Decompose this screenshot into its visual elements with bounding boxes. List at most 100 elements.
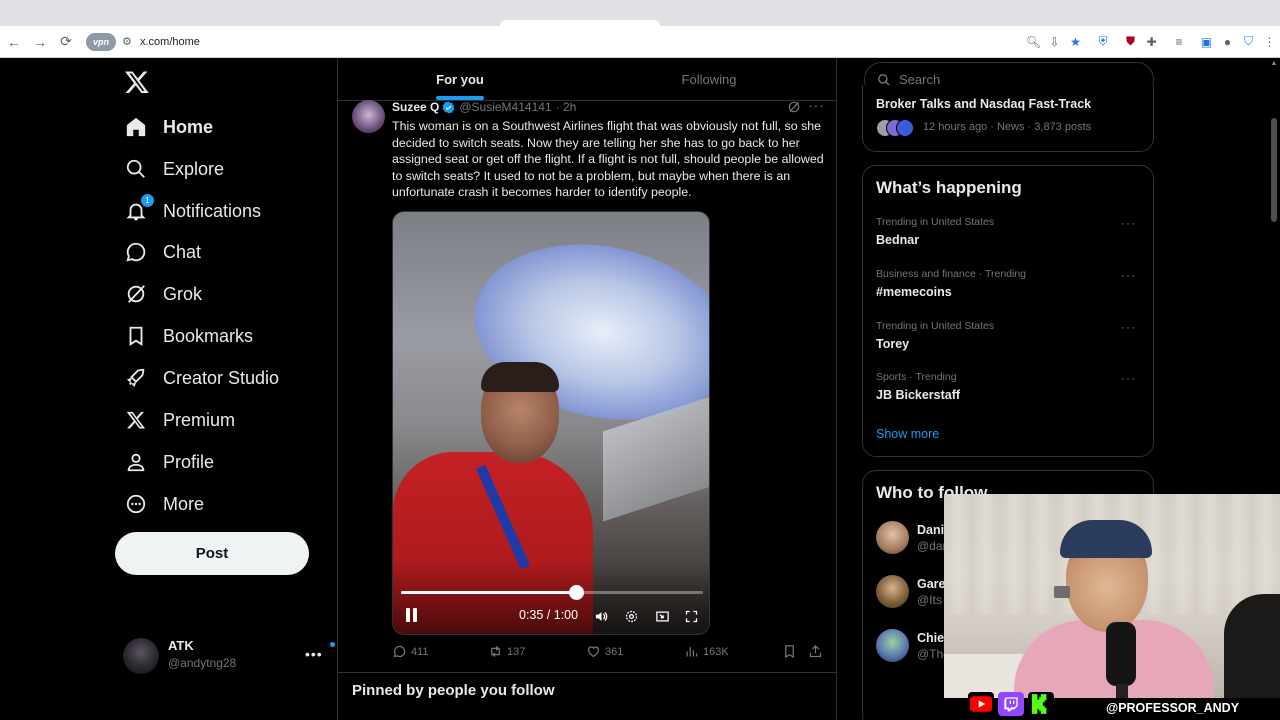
zoom-icon[interactable]: 🔍︎ [1023, 32, 1044, 52]
trend-more-icon[interactable]: ··· [1121, 320, 1136, 334]
scrollbar-thumb[interactable] [1271, 118, 1277, 222]
x-logo-icon[interactable] [124, 68, 150, 96]
nav-more-label: More [163, 493, 205, 514]
settings-gear-icon[interactable] [623, 608, 639, 624]
views-button[interactable]: 163K [684, 644, 729, 659]
shield-icon[interactable]: ⛨ [1086, 32, 1120, 52]
nav-bookmarks[interactable]: Bookmarks [124, 316, 334, 356]
pause-icon[interactable] [403, 608, 419, 624]
trend-more-icon[interactable]: ··· [1121, 371, 1136, 385]
background-chair [1224, 594, 1280, 698]
picture-in-picture-icon[interactable] [654, 608, 670, 624]
follow-name[interactable]: Dani [917, 523, 944, 537]
home-icon [124, 115, 148, 139]
ublock-icon[interactable]: ⛊ [1120, 32, 1141, 52]
news-title[interactable]: Broker Talks and Nasdaq Fast-Track [876, 97, 1091, 111]
video-player[interactable]: 0:35 / 1:00 [392, 211, 710, 635]
avatar[interactable] [876, 575, 909, 608]
verified-badge-icon [442, 101, 455, 114]
video-timecode: 0:35 / 1:00 [519, 608, 579, 622]
trend-more-icon[interactable]: ··· [1121, 216, 1136, 230]
trend-context: Sports · Trending [876, 371, 957, 383]
profile-icon[interactable]: ● [1217, 32, 1238, 52]
address-bar[interactable]: x.com/home [140, 36, 1023, 48]
nav-grok[interactable]: Grok [124, 274, 334, 314]
trend-item[interactable]: Trending in United States Bednar ··· [876, 216, 1144, 247]
bookmark-tweet-icon[interactable] [782, 644, 801, 659]
trend-item[interactable]: Business and finance · Trending #memecoi… [876, 268, 1144, 299]
security-icon[interactable]: ⛉ [1238, 32, 1259, 52]
nav-creator-studio[interactable]: Creator Studio [124, 358, 334, 398]
avatar[interactable] [876, 521, 909, 554]
tweet-avatar[interactable] [352, 100, 385, 133]
tab-following[interactable]: Following [582, 58, 836, 101]
timeline-tabs: For you Following [338, 58, 836, 101]
repost-icon [491, 646, 500, 657]
news-card[interactable]: Broker Talks and Nasdaq Fast-Track 12 ho… [862, 85, 1154, 152]
chat-icon [124, 240, 148, 264]
nav-home[interactable]: Home [124, 107, 334, 147]
post-button[interactable]: Post [115, 532, 309, 575]
grok-icon [124, 282, 148, 306]
bookmark-star-icon[interactable]: ★ [1065, 32, 1086, 52]
account-switcher[interactable]: ATK @andytng28 ••• [123, 636, 338, 676]
trend-item[interactable]: Sports · Trending JB Bickerstaff ··· [876, 371, 1144, 402]
microphone [1106, 622, 1136, 686]
puzzle-icon[interactable]: ✚ [1141, 32, 1162, 52]
reply-icon [393, 645, 406, 658]
video-scrubber[interactable] [401, 585, 703, 600]
install-icon[interactable]: ⇩ [1044, 32, 1065, 52]
kick-icon [1028, 692, 1054, 716]
tweet-author-name[interactable]: Suzee Q [392, 100, 439, 114]
share-icon[interactable] [808, 644, 827, 659]
vpn-badge[interactable]: vpn [86, 32, 116, 51]
nav-notifications[interactable]: 1 Notifications [124, 191, 334, 231]
menu-icon[interactable]: ⋮ [1259, 32, 1280, 52]
nav-more[interactable]: More [124, 484, 334, 524]
heart-icon [587, 646, 600, 658]
forward-icon[interactable]: → [28, 30, 52, 54]
avatar[interactable] [876, 629, 909, 662]
like-count: 361 [605, 645, 624, 658]
scroll-up-icon[interactable]: ▲ [1270, 60, 1278, 68]
follow-name[interactable]: Gare [917, 577, 946, 591]
more-dots-icon[interactable]: ••• [305, 646, 323, 662]
follow-handle: @Its [917, 593, 942, 607]
nav-explore-label: Explore [163, 158, 225, 179]
sidepanel-icon[interactable]: ▣ [1196, 32, 1217, 52]
camera-icon [1054, 586, 1070, 598]
unread-dot [330, 642, 335, 647]
volume-icon[interactable] [593, 608, 609, 624]
nav-chat[interactable]: Chat [124, 232, 334, 272]
tweet-author-handle[interactable]: @SusieM414141 [459, 100, 551, 114]
trend-context: Trending in United States [876, 320, 995, 332]
whats-happening-card: What’s happening Trending in United Stat… [862, 165, 1154, 457]
site-info-icon[interactable]: ⚙ [122, 35, 136, 48]
nav-premium[interactable]: Premium [124, 400, 334, 440]
nav-explore[interactable]: Explore [124, 149, 334, 189]
trend-more-icon[interactable]: ··· [1121, 268, 1136, 282]
trend-context: Trending in United States [876, 216, 995, 228]
tweet-more-icon[interactable]: ··· [808, 97, 825, 113]
reload-icon[interactable]: ⟳ [54, 30, 78, 54]
fullscreen-icon[interactable] [683, 608, 699, 624]
streamer-cap [1060, 520, 1152, 558]
trend-item[interactable]: Trending in United States Torey ··· [876, 320, 1144, 351]
tweet-timestamp[interactable]: · 2h [556, 100, 577, 114]
tab-for-you[interactable]: For you [338, 58, 582, 101]
more-circle-icon [124, 492, 148, 516]
playlist-icon[interactable]: ≡ [1162, 32, 1196, 52]
nav-grok-label: Grok [163, 283, 203, 304]
back-icon[interactable]: ← [2, 30, 26, 54]
nav-profile-label: Profile [163, 451, 215, 472]
microphone-arm [1116, 684, 1128, 698]
show-more-link[interactable]: Show more [876, 427, 939, 441]
like-button[interactable]: 361 [586, 644, 623, 659]
browser-tab-strip [0, 0, 1280, 26]
grok-explain-icon[interactable] [787, 100, 801, 114]
browser-toolbar: ← → ⟳ vpn ⚙ x.com/home 🔍︎ ⇩ ★ ⛨ ⛊ ✚ ≡ ▣ … [0, 26, 1280, 58]
reply-button[interactable]: 411 [392, 644, 429, 659]
follow-name[interactable]: Chie [917, 631, 944, 645]
repost-button[interactable]: 137 [488, 644, 525, 659]
nav-profile[interactable]: Profile [124, 442, 334, 482]
